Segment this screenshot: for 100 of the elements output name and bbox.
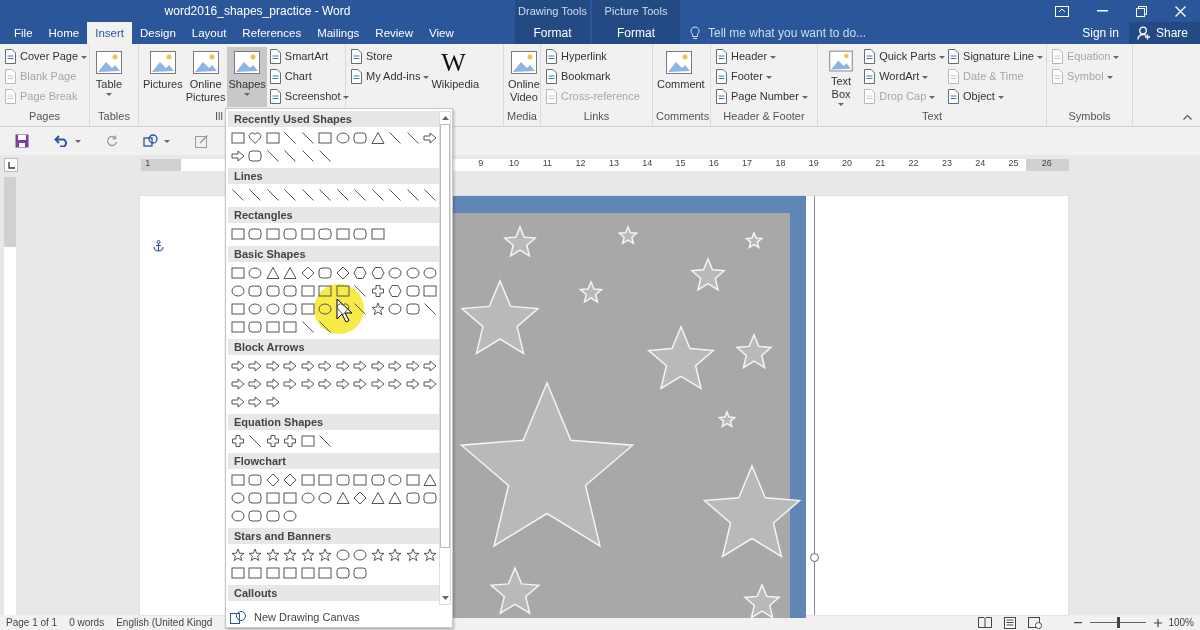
ribbon-button[interactable]: Header [714,47,808,65]
new-drawing-canvas-item[interactable]: New Drawing Canvas [230,608,360,626]
oval-icon[interactable] [388,266,403,280]
ribbon-button[interactable]: Online Video [507,47,541,107]
star-icon[interactable] [318,548,333,562]
shapes-icon[interactable] [143,134,159,148]
arrow-icon[interactable] [248,395,263,409]
star-icon[interactable] [230,548,245,562]
arrow-icon[interactable] [423,131,438,145]
hexagon-icon[interactable] [370,266,385,280]
line-icon[interactable] [283,131,298,145]
ribbon-button[interactable]: W Wikipedia [430,47,477,107]
ribbon-button[interactable]: Cover Page [3,47,88,65]
save-icon[interactable] [15,134,29,148]
caret-icon[interactable] [75,139,81,143]
arrow-icon[interactable] [353,377,368,391]
oval-icon[interactable] [265,302,280,316]
star-icon[interactable] [405,548,420,562]
rounded-rectangle-icon[interactable] [318,227,333,241]
scrollbar-thumb[interactable] [440,124,450,548]
arrow-icon[interactable] [388,359,403,373]
line-icon[interactable] [318,434,333,448]
arrow-icon[interactable] [230,377,245,391]
resize-handle[interactable] [810,553,819,562]
arrow-icon[interactable] [335,377,350,391]
arrow-icon[interactable] [300,377,315,391]
line-icon[interactable] [300,131,315,145]
star-icon[interactable] [370,548,385,562]
rounded-rectangle-icon[interactable] [248,149,263,163]
line-icon[interactable] [318,188,333,202]
rounded-rectangle-icon[interactable] [265,509,280,523]
line-icon[interactable] [300,320,315,334]
rounded-rectangle-icon[interactable] [335,566,350,580]
rounded-rectangle-icon[interactable] [335,473,350,487]
plus-icon[interactable] [265,434,280,448]
zoom-level[interactable]: 100% [1168,617,1194,628]
line-icon[interactable] [423,302,438,316]
oval-icon[interactable] [335,548,350,562]
star-icon[interactable] [265,548,280,562]
line-icon[interactable] [335,188,350,202]
rounded-rectangle-icon[interactable] [353,227,368,241]
triangle-icon[interactable] [283,266,298,280]
ribbon-tab[interactable]: Mailings [309,22,368,44]
diamond-icon[interactable] [335,266,350,280]
ribbon-button[interactable]: My Add-ins [349,67,430,85]
oval-icon[interactable] [335,131,350,145]
arrow-icon[interactable] [423,359,438,373]
ribbon-button[interactable]: Page Number [714,87,808,105]
arrow-icon[interactable] [353,359,368,373]
line-icon[interactable] [248,434,263,448]
rounded-rectangle-icon[interactable] [353,566,368,580]
diamond-icon[interactable] [283,473,298,487]
print-layout-icon[interactable] [1004,616,1017,629]
rounded-rectangle-icon[interactable] [370,473,385,487]
ribbon-button[interactable]: Screenshot [267,87,350,105]
line-icon[interactable] [230,188,245,202]
arrow-icon[interactable] [230,359,245,373]
rounded-rectangle-icon[interactable] [248,284,263,298]
oval-icon[interactable] [423,266,438,280]
word-count[interactable]: 0 words [69,617,105,628]
ribbon-tab[interactable]: Insert [87,22,132,44]
collapse-ribbon-icon[interactable] [1183,114,1192,120]
ribbon-tab[interactable]: References [234,22,310,44]
arrow-icon[interactable] [300,359,315,373]
sign-in-link[interactable]: Sign in [1072,22,1129,44]
context-tab[interactable]: Format [515,22,590,44]
context-tab[interactable]: Format [592,22,680,44]
web-layout-icon[interactable] [1028,616,1043,629]
ribbon-tab[interactable]: Review [367,22,422,44]
triangle-icon[interactable] [265,266,280,280]
diamond-icon[interactable] [353,491,368,505]
oval-icon[interactable] [353,548,368,562]
zoom-in-icon[interactable] [1154,618,1163,627]
star-icon[interactable] [248,548,263,562]
tell-me-field[interactable]: Tell me what you want to do... [690,22,890,44]
ribbon-button[interactable]: Quick Parts [862,47,946,65]
ribbon-tab[interactable]: Layout [183,22,235,44]
zoom-slider[interactable] [1090,617,1147,628]
restore-icon[interactable] [1136,5,1147,17]
rounded-rectangle-icon[interactable] [248,320,263,334]
ribbon-button[interactable]: Pictures [142,47,184,107]
plus-icon[interactable] [230,434,245,448]
line-icon[interactable] [318,149,333,163]
ribbon-button[interactable]: WordArt [862,67,946,85]
plus-icon[interactable] [370,284,385,298]
arrow-icon[interactable] [318,377,333,391]
rounded-rectangle-icon[interactable] [318,266,333,280]
line-icon[interactable] [265,149,280,163]
oval-icon[interactable] [405,266,420,280]
oval-icon[interactable] [388,473,403,487]
ribbon-button[interactable]: Store [349,47,430,65]
line-icon[interactable] [300,188,315,202]
zoom-out-icon[interactable] [1074,621,1083,624]
rounded-rectangle-icon[interactable] [353,131,368,145]
arrow-icon[interactable] [248,359,263,373]
arrow-icon[interactable] [283,359,298,373]
rounded-rectangle-icon[interactable] [405,284,420,298]
arrow-icon[interactable] [248,377,263,391]
diamond-icon[interactable] [300,266,315,280]
arrow-icon[interactable] [405,377,420,391]
